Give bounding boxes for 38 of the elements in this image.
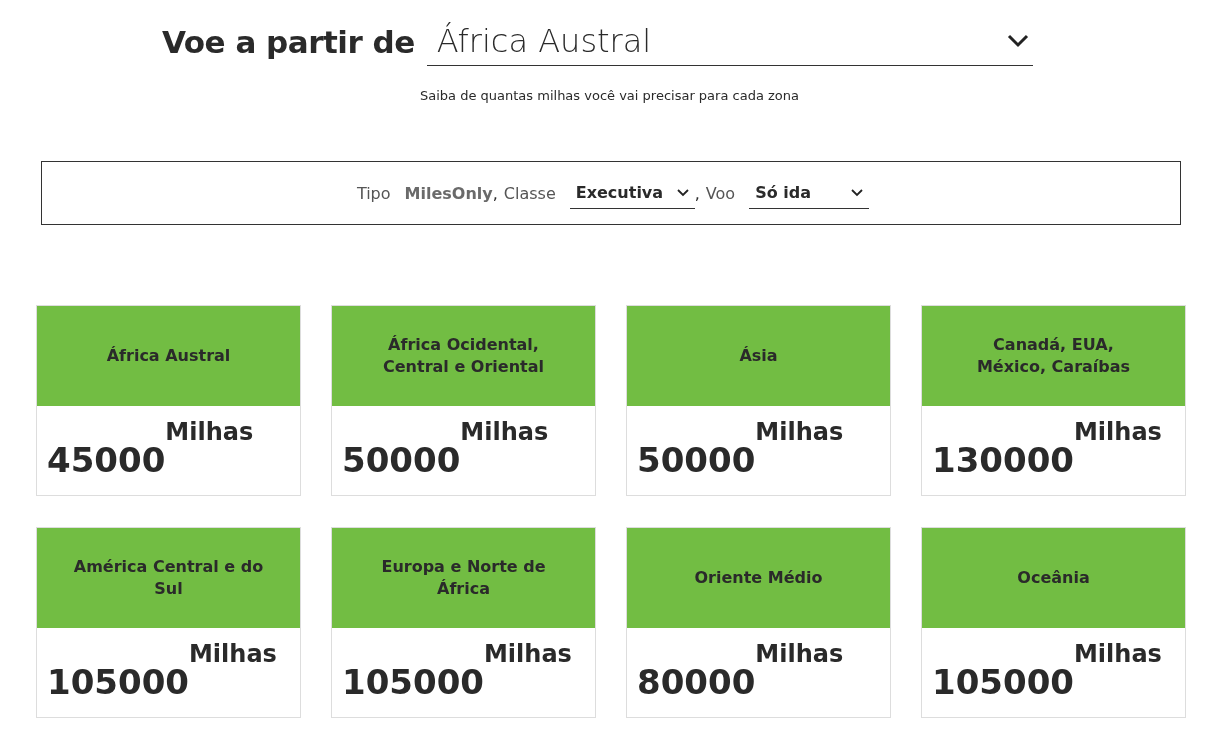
chevron-down-icon xyxy=(676,188,689,197)
origin-select[interactable]: África Austral xyxy=(426,18,1033,66)
miles-unit: Milhas xyxy=(460,418,549,446)
filter-select[interactable]: Só ida xyxy=(749,177,870,209)
miles-amount: 105000 xyxy=(342,662,484,702)
miles-amount: 130000 xyxy=(932,440,1074,480)
zone-name: África Ocidental, Central e Oriental xyxy=(382,334,545,378)
miles-unit: Milhas xyxy=(1073,418,1162,446)
zone-name: América Central e do Sul xyxy=(72,556,265,600)
heading-label: Voe a partir de xyxy=(162,24,415,62)
separator-comma: , xyxy=(694,183,700,203)
zone-name: Oriente Médio xyxy=(694,567,823,589)
filter-value: MilesOnly xyxy=(404,183,493,203)
separator-comma: , xyxy=(492,183,498,203)
filter-label: Voo xyxy=(705,183,736,203)
miles-amount: 45000 xyxy=(47,440,166,480)
miles-unit: Milhas xyxy=(188,640,277,668)
miles-amount: 50000 xyxy=(342,440,461,480)
zone-name: Oceânia xyxy=(1017,567,1090,589)
zone-name: África Austral xyxy=(106,345,231,367)
filter-label: Tipo xyxy=(356,183,391,203)
zone-name: Ásia xyxy=(739,345,778,367)
miles-unit: Milhas xyxy=(755,640,844,668)
miles-unit: Milhas xyxy=(755,418,844,446)
filter-select[interactable]: Executiva xyxy=(569,177,695,209)
miles-amount: 105000 xyxy=(932,662,1074,702)
miles-unit: Milhas xyxy=(165,418,254,446)
miles-amount: 105000 xyxy=(47,662,189,702)
miles-amount: 80000 xyxy=(637,662,756,702)
miles-amount: 50000 xyxy=(637,440,756,480)
miles-unit: Milhas xyxy=(483,640,572,668)
miles-unit: Milhas xyxy=(1073,640,1162,668)
chevron-down-icon xyxy=(1006,33,1029,48)
zone-name: Canadá, EUA, México, Caraíbas xyxy=(975,334,1132,378)
chevron-down-icon xyxy=(851,188,864,197)
filter-label: Classe xyxy=(503,183,556,203)
zone-name: Europa e Norte de África xyxy=(380,556,547,600)
subtitle: Saiba de quantas milhas você vai precisar para cada zona xyxy=(419,88,800,103)
